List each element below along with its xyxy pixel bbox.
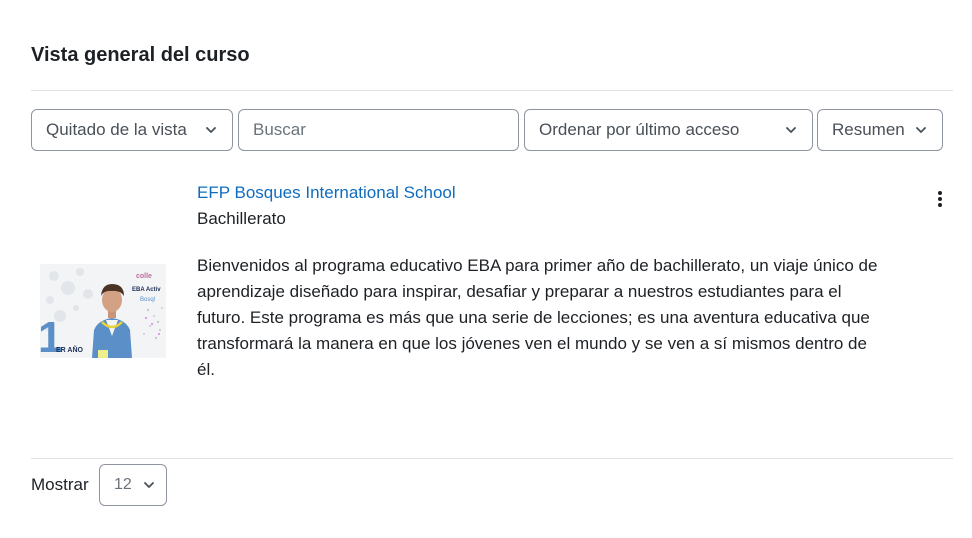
chevron-down-icon: [784, 123, 798, 137]
course-name-link[interactable]: EFP Bosques International School: [197, 183, 456, 203]
course-thumbnail[interactable]: colle EBA Activ Bosql 1 ER AÑO: [40, 264, 166, 358]
sort-dropdown[interactable]: Ordenar por último acceso: [524, 109, 813, 151]
show-count-label: Mostrar: [31, 475, 89, 494]
chevron-down-icon: [204, 123, 218, 137]
thumbnail-logo-line1: colle: [136, 273, 152, 280]
sort-label: Ordenar por último acceso: [539, 120, 740, 139]
view-mode-label: Resumen: [832, 120, 905, 139]
show-count-dropdown[interactable]: 12: [99, 464, 167, 506]
header-divider: [31, 90, 953, 91]
thumbnail-logo-line2: EBA Activ: [132, 287, 161, 293]
search-placeholder: Buscar: [253, 120, 306, 139]
thumbnail-caption: ER AÑO: [56, 345, 84, 354]
chevron-down-icon: [914, 123, 928, 137]
chevron-down-icon: [142, 478, 156, 492]
course-summary: Bienvenidos al programa educativo EBA pa…: [197, 256, 878, 379]
page-title: Vista general del curso: [31, 44, 250, 66]
course-category: Bachillerato: [197, 209, 286, 228]
show-count-value: 12: [114, 476, 132, 493]
view-mode-dropdown[interactable]: Resumen: [817, 109, 943, 151]
kebab-menu-icon[interactable]: [930, 188, 950, 210]
grouping-filter-label: Quitado de la vista: [46, 120, 187, 139]
footer-divider: [31, 458, 953, 459]
grouping-filter-dropdown[interactable]: Quitado de la vista: [31, 109, 233, 151]
search-input[interactable]: Buscar: [238, 109, 519, 151]
thumbnail-logo-line3: Bosql: [140, 297, 155, 303]
